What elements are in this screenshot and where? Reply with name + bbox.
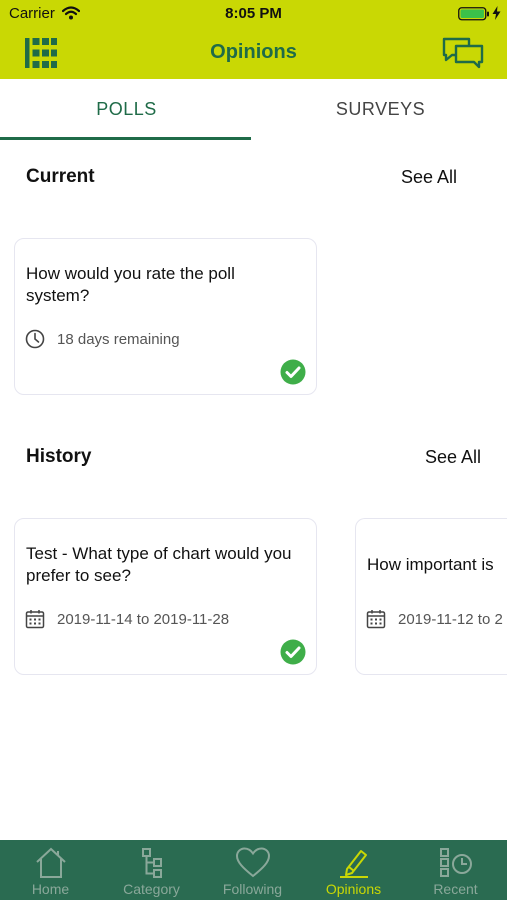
poll-date-range: 2019-11-14 to 2019-11-28: [25, 609, 229, 629]
recent-clock-icon: [439, 848, 472, 877]
tabbar-label: Category: [123, 881, 180, 897]
opinions-pen-icon: [339, 850, 368, 878]
tab-surveys[interactable]: SURVEYS: [254, 79, 507, 141]
tabbar-item-recent[interactable]: Recent: [405, 840, 506, 900]
app-header: Carrier 8:05 PM Opinions: [0, 0, 507, 79]
poll-question: How would you rate the poll system?: [26, 264, 235, 305]
poll-question: Test - What type of chart would you pref…: [26, 544, 292, 585]
poll-question: How important is: [367, 555, 494, 574]
poll-card[interactable]: How would you rate the poll system? 18 d…: [14, 238, 317, 395]
charging-bolt-icon: [492, 6, 501, 20]
tabbar-label: Following: [222, 881, 283, 897]
tab-polls[interactable]: POLLS: [0, 79, 253, 141]
home-icon: [35, 847, 66, 878]
date-range-text: 2019-11-14 to 2019-11-28: [57, 610, 230, 628]
poll-time-remaining: 18 days remaining: [25, 329, 180, 349]
answered-check-icon: [280, 359, 306, 385]
date-range-text: 2019-11-12 to 2: [398, 610, 503, 628]
see-all-history-button[interactable]: See All: [425, 447, 481, 468]
tabbar-item-following[interactable]: Following: [202, 840, 303, 900]
answered-check-icon: [280, 639, 306, 665]
section-title-current: Current: [26, 166, 95, 187]
category-tree-icon: [141, 848, 162, 878]
calendar-icon: [366, 610, 386, 629]
tabbar-label: Recent: [433, 881, 478, 897]
tabbar-label: Home: [31, 881, 70, 897]
calendar-icon: [25, 610, 45, 629]
time-remaining-text: 18 days remaining: [57, 330, 180, 348]
tabbar-item-opinions[interactable]: Opinions: [303, 840, 404, 900]
status-time: 8:05 PM: [225, 5, 282, 22]
tabbar-item-home[interactable]: Home: [0, 840, 101, 900]
bottom-tab-bar: Home Category Following Opinions Recent: [0, 840, 507, 900]
poll-card[interactable]: Test - What type of chart would you pref…: [14, 518, 317, 675]
heart-icon: [235, 847, 270, 878]
segment-tabs: POLLS SURVEYS: [0, 79, 507, 141]
poll-card[interactable]: How important is 2019-11-12 to 2: [355, 518, 507, 675]
battery-icon: [458, 7, 489, 21]
section-title-history: History: [26, 446, 92, 467]
grid-menu-icon[interactable]: [24, 37, 58, 69]
chat-bubbles-icon[interactable]: [441, 36, 485, 70]
page-title: Opinions: [210, 41, 297, 63]
tabbar-item-category[interactable]: Category: [101, 840, 202, 900]
clock-icon: [25, 329, 45, 349]
active-tab-indicator: [0, 137, 251, 140]
status-bar: Carrier 8:05 PM: [0, 0, 507, 28]
tabbar-label: Opinions: [325, 881, 382, 897]
see-all-current-button[interactable]: See All: [401, 167, 457, 188]
poll-date-range: 2019-11-12 to 2: [366, 609, 503, 629]
